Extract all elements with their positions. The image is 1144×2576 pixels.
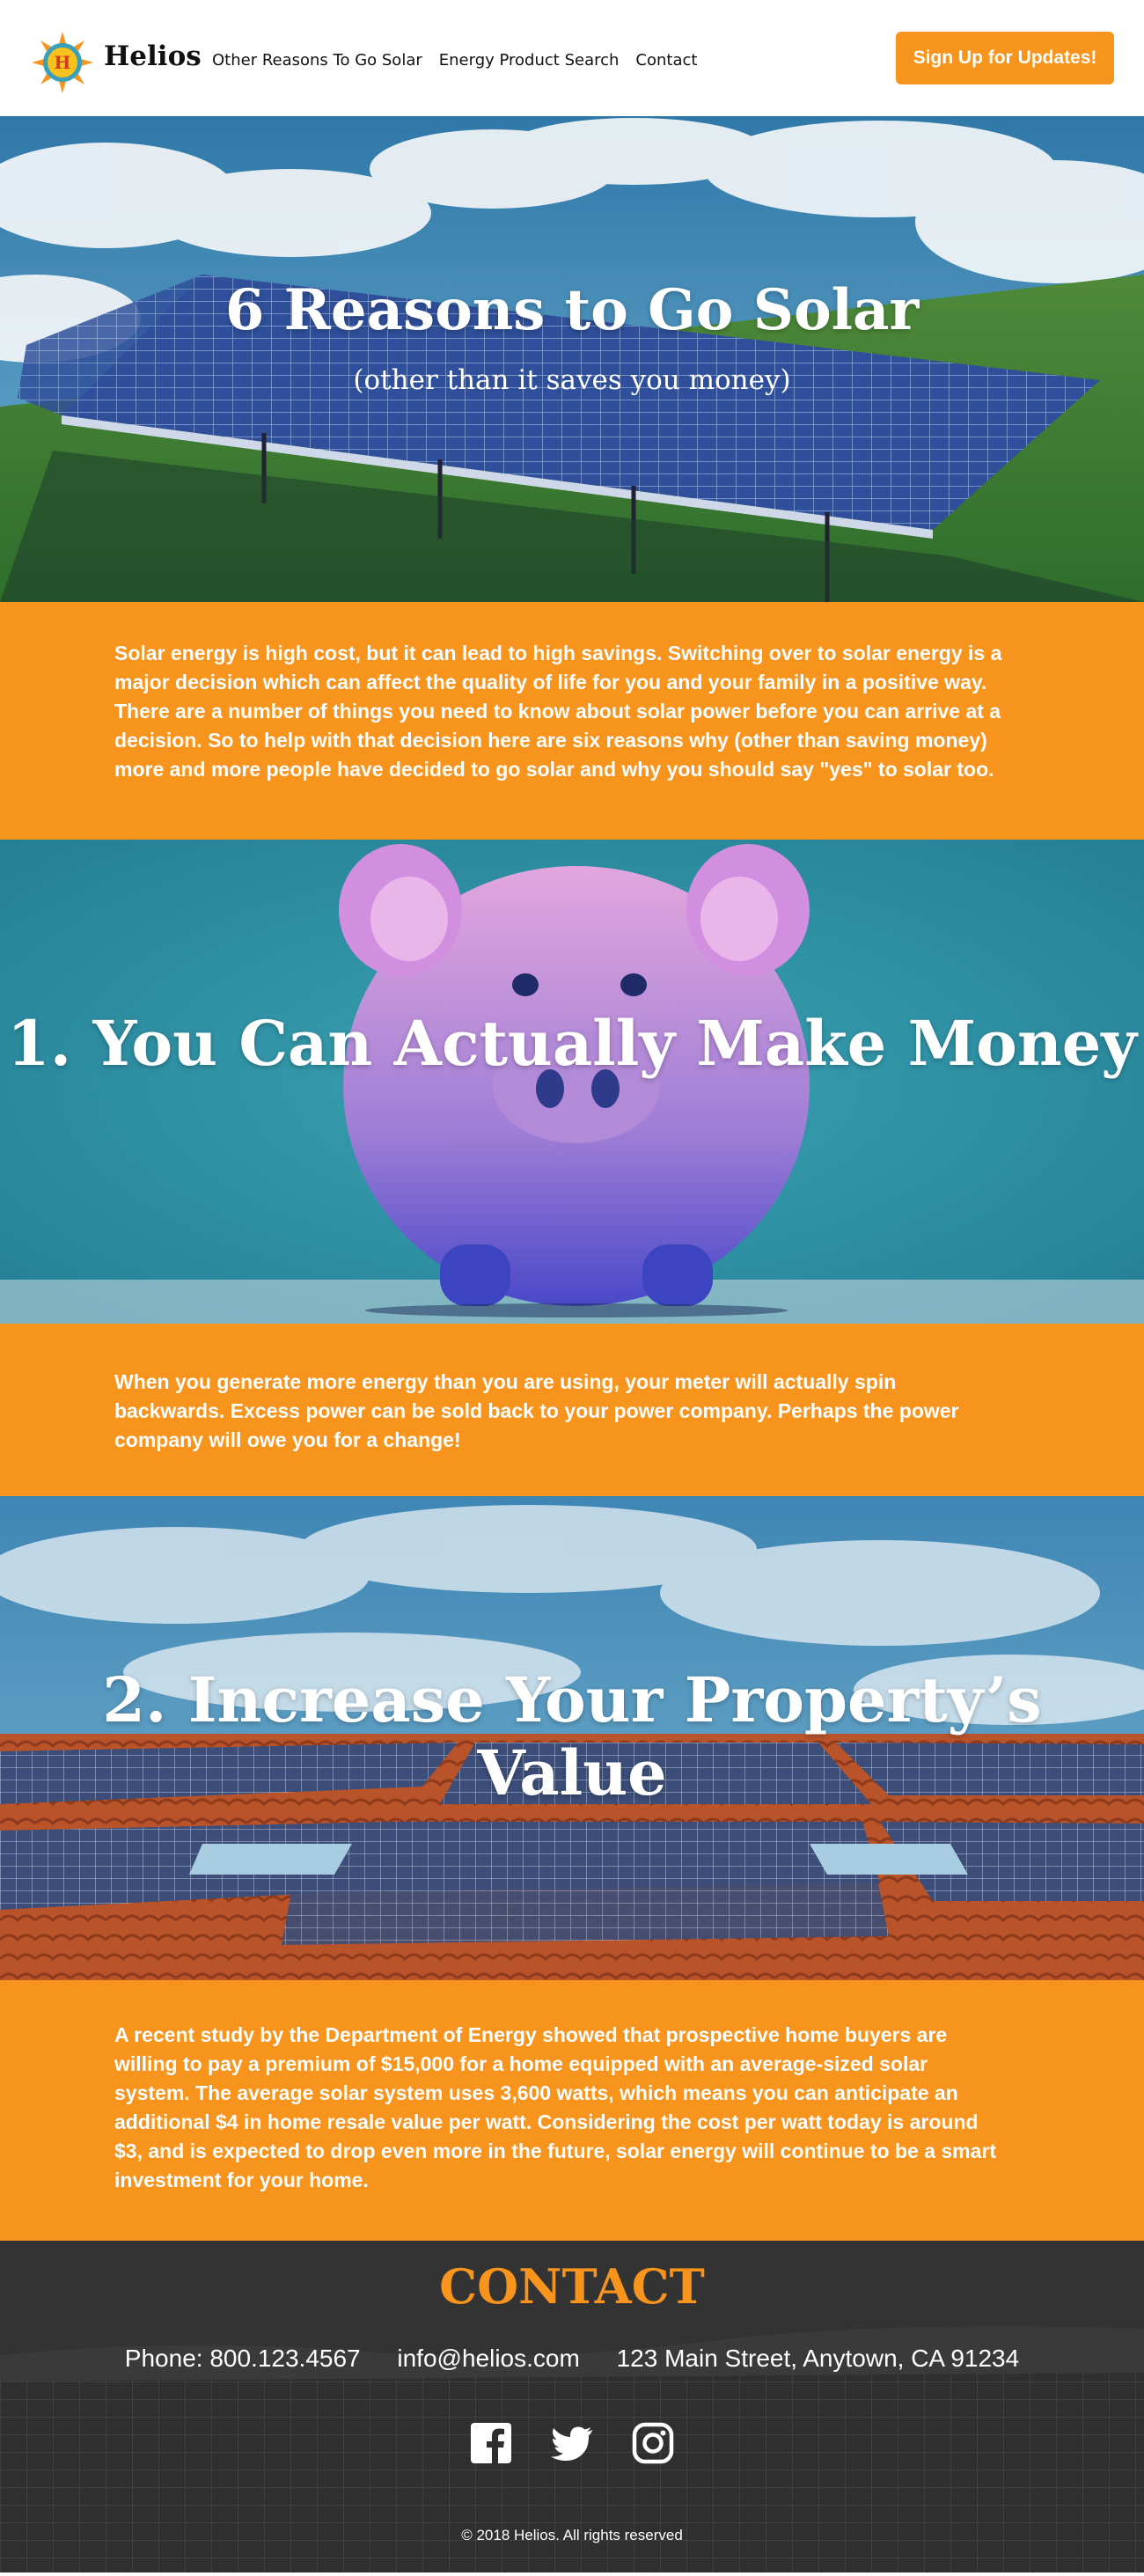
reason-2-text: A recent study by the Department of Ener…	[114, 2023, 997, 2191]
sign-up-button[interactable]: Sign Up for Updates!	[896, 32, 1114, 84]
reason-1-title: 1. You Can Actually Make Money	[7, 1007, 1137, 1080]
contact-address: 123 Main Street, Anytown, CA 91234	[616, 2345, 1020, 2372]
twitter-icon[interactable]	[550, 2421, 594, 2465]
logo-letter: H	[55, 52, 71, 73]
brand-name[interactable]: Helios	[104, 40, 202, 72]
contact-title: CONTACT	[439, 2258, 705, 2315]
reason-2-section: A recent study by the Department of Ener…	[0, 1980, 1144, 2241]
solar-field-image	[0, 116, 1144, 602]
piggy-bank-image	[0, 840, 1144, 1324]
hero-title: 6 Reasons to Go Solar	[224, 277, 920, 343]
contact-email[interactable]: info@helios.com	[397, 2345, 579, 2372]
instagram-icon[interactable]	[631, 2421, 675, 2465]
intro-section: Solar energy is high cost, but it can le…	[0, 602, 1144, 840]
social-links	[0, 2421, 1144, 2465]
intro-text: Solar energy is high cost, but it can le…	[114, 642, 1002, 781]
nav-item-other-reasons[interactable]: Other Reasons To Go Solar	[212, 51, 422, 70]
site-header: H Helios Other Reasons To Go Solar Energ…	[0, 0, 1144, 116]
site-footer: CONTACT Phone: 800.123.4567 info@helios.…	[0, 2241, 1144, 2572]
reason-1-banner: 1. You Can Actually Make Money	[0, 840, 1144, 1324]
nav-item-contact[interactable]: Contact	[635, 51, 697, 70]
facebook-icon[interactable]	[469, 2421, 513, 2465]
contact-phone[interactable]: Phone: 800.123.4567	[125, 2345, 361, 2372]
main-nav: Other Reasons To Go Solar Energy Product…	[212, 51, 697, 70]
reason-2-title: 2. Increase Your Property’s Value	[102, 1663, 1042, 1809]
hero-banner: 6 Reasons to Go Solar (other than it sav…	[0, 116, 1144, 602]
copyright: © 2018 Helios. All rights reserved	[461, 2527, 683, 2543]
reason-1-section: When you generate more energy than you a…	[0, 1324, 1144, 1496]
contact-info: Phone: 800.123.4567 info@helios.com 123 …	[0, 2345, 1144, 2373]
helios-logo[interactable]: H	[32, 32, 93, 93]
nav-item-energy-product-search[interactable]: Energy Product Search	[439, 51, 620, 70]
reason-1-text: When you generate more energy than you a…	[114, 1370, 959, 1451]
hero-subtitle: (other than it saves you money)	[353, 364, 791, 396]
reason-2-banner: 2. Increase Your Property’s Value	[0, 1496, 1144, 1980]
